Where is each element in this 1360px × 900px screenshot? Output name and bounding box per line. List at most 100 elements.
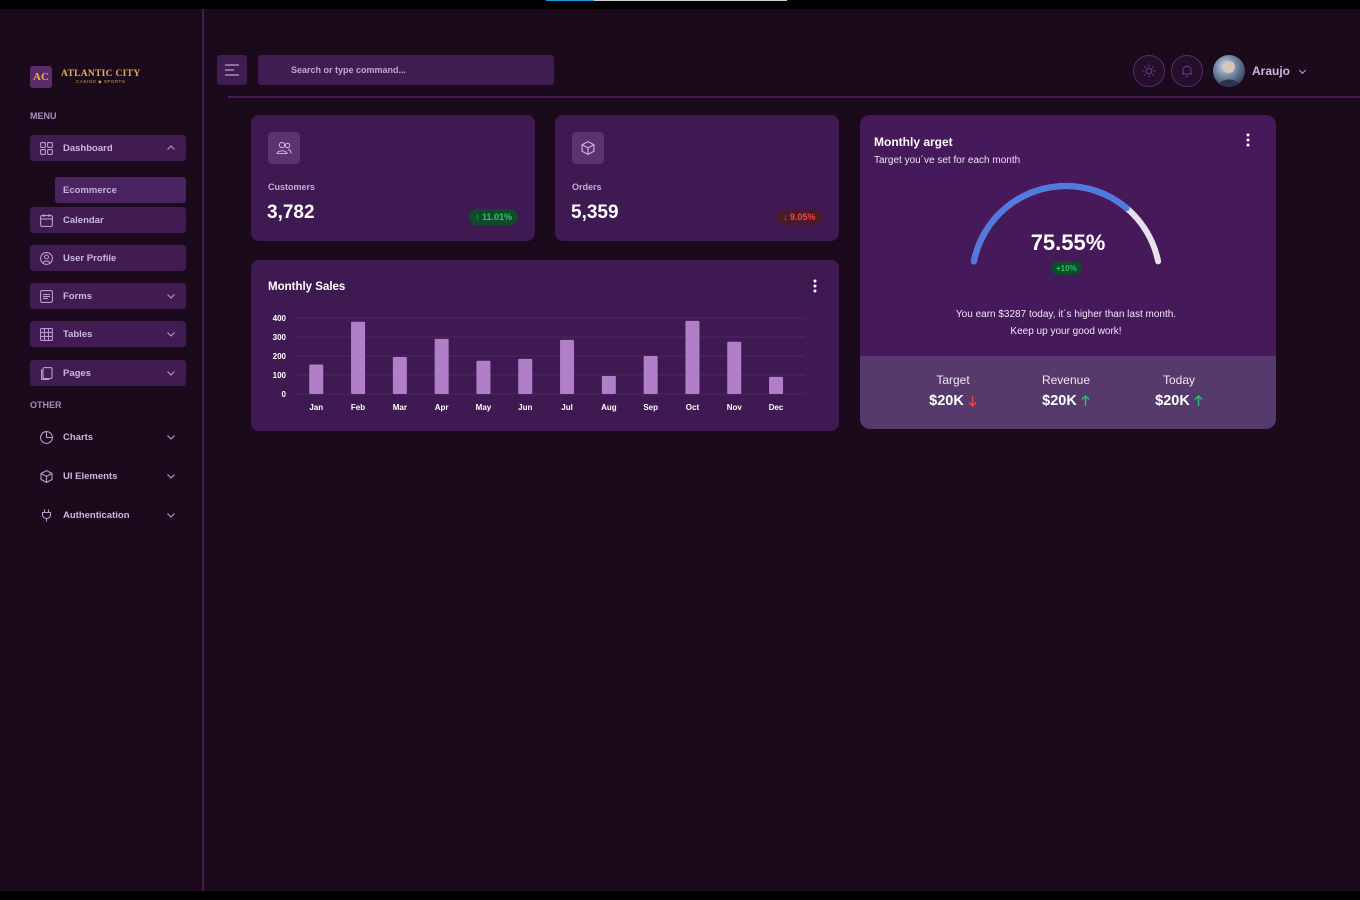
- logo-badge: AC: [30, 66, 52, 88]
- bar-jul[interactable]: [560, 339, 575, 394]
- stat-label: Orders: [572, 182, 602, 192]
- sidebar-item-tables[interactable]: Tables: [30, 321, 186, 347]
- sidebar-item-ecommerce[interactable]: Ecommerce: [55, 177, 186, 203]
- sidebar-item-label: Forms: [63, 290, 93, 302]
- earnings-message-line: You earn $3287 today, it´s higher than l…: [955, 309, 1177, 320]
- orders-card: Orders 5,359 ↓ 9.05%: [555, 115, 839, 241]
- user-avatar[interactable]: [1213, 55, 1245, 87]
- chevron-down-icon: [167, 435, 175, 440]
- sidebar-item-label: Pages: [63, 367, 91, 379]
- user-circle-icon: [40, 251, 53, 265]
- sidebar-item-ui-elements[interactable]: UI Elements: [30, 463, 186, 489]
- menu-section-label: MENU: [30, 111, 57, 121]
- box-icon: [572, 132, 604, 164]
- sidebar-item-dashboard[interactable]: Dashboard: [30, 135, 186, 161]
- arrow-down-icon: [968, 396, 977, 407]
- kpi-value: $20K: [1042, 393, 1077, 409]
- x-tick-label: Jun: [518, 403, 532, 412]
- y-tick-label: 200: [273, 352, 287, 361]
- chevron-down-icon: [167, 294, 175, 299]
- sidebar-item-user-profile[interactable]: User Profile: [30, 245, 186, 271]
- sidebar-item-calendar[interactable]: Calendar: [30, 207, 186, 233]
- bar-may[interactable]: [476, 360, 491, 394]
- y-tick-label: 100: [273, 371, 287, 380]
- bar-jan[interactable]: [309, 364, 324, 394]
- gauge-change-badge: +10%: [1051, 261, 1082, 275]
- other-section-label: OTHER: [30, 400, 62, 410]
- earnings-message-line: Keep up your good work!: [1010, 326, 1122, 337]
- x-tick-label: May: [476, 403, 492, 412]
- y-tick-label: 0: [282, 390, 287, 399]
- customers-card: Customers 3,782 ↑ 11.01%: [251, 115, 535, 241]
- bar-feb[interactable]: [351, 321, 366, 394]
- bar-oct[interactable]: [685, 320, 700, 394]
- sidebar-item-label: Charts: [63, 431, 94, 443]
- stat-value: 5,359: [571, 202, 619, 223]
- sidebar-item-label: User Profile: [63, 252, 117, 264]
- kpi-label: Today: [1162, 373, 1196, 387]
- x-tick-label: Sep: [643, 403, 658, 412]
- user-name[interactable]: Araujo: [1252, 64, 1290, 78]
- theme-toggle-button[interactable]: [1133, 55, 1165, 87]
- x-tick-label: Oct: [686, 403, 700, 412]
- trend-badge: ↑ 11.01%: [469, 209, 519, 225]
- bell-icon: [1182, 65, 1192, 78]
- header-divider: [228, 96, 1360, 98]
- menu-icon: [225, 64, 239, 76]
- brand-name: ATLANTIC CITY: [61, 68, 141, 79]
- bar-dec[interactable]: [769, 376, 784, 394]
- x-tick-label: Dec: [769, 403, 784, 412]
- arrow-up-icon: [1194, 395, 1203, 406]
- sidebar-item-label: Calendar: [63, 214, 104, 226]
- monthly-sales-card: Monthly Sales 400 300 200 100 0 Jan Feb Mar Apr M…: [251, 260, 839, 431]
- kpi-label: Revenue: [1041, 373, 1091, 387]
- gauge-percent: 75.55%: [1030, 230, 1106, 255]
- sidebar-item-label: Dashboard: [63, 142, 113, 154]
- sidebar: AC ATLANTIC CITY CASINO ◆ SPORTS MENU Da…: [0, 9, 204, 891]
- sidebar-toggle-button[interactable]: [217, 55, 247, 85]
- sidebar-item-authentication[interactable]: Authentication: [30, 502, 186, 528]
- notifications-button[interactable]: [1171, 55, 1203, 87]
- target-kpis: Target $20K Revenue $20K Today $20K: [860, 356, 1276, 429]
- x-tick-label: Apr: [435, 403, 449, 412]
- pages-icon: [40, 366, 53, 380]
- x-tick-label: Nov: [727, 403, 743, 412]
- brand-logo[interactable]: AC ATLANTIC CITY CASINO ◆ SPORTS: [30, 66, 140, 88]
- chevron-down-icon[interactable]: [1298, 67, 1307, 76]
- bar-jun[interactable]: [518, 358, 533, 394]
- x-tick-label: Aug: [601, 403, 617, 412]
- target-gauge: [970, 183, 1162, 265]
- bar-aug[interactable]: [601, 375, 616, 394]
- sidebar-item-label: Authentication: [63, 509, 130, 521]
- x-tick-label: Feb: [351, 403, 365, 412]
- chevron-down-icon: [167, 332, 175, 337]
- bar-sep[interactable]: [643, 356, 658, 394]
- stat-label: Customers: [268, 182, 316, 192]
- sidebar-item-charts[interactable]: Charts: [30, 424, 186, 450]
- x-tick-label: Jul: [561, 403, 573, 412]
- chevron-down-icon: [167, 513, 175, 518]
- bar-mar[interactable]: [392, 356, 407, 394]
- bar-nov[interactable]: [727, 341, 742, 394]
- bar-apr[interactable]: [434, 338, 449, 394]
- monthly-sales-chart: 400 300 200 100 0 Jan Feb Mar Apr May Jun Jul Aug Sep…: [273, 314, 805, 412]
- sidebar-item-pages[interactable]: Pages: [30, 360, 186, 386]
- stat-value: 3,782: [267, 202, 315, 223]
- sun-icon: [1142, 64, 1156, 78]
- earnings-message: You earn $3287 today, it´s higher than l…: [860, 306, 1272, 340]
- brand-tagline: CASINO ◆ SPORTS: [76, 79, 126, 84]
- kpi-value: $20K: [1155, 393, 1190, 409]
- calendar-icon: [40, 213, 53, 227]
- monthly-target-card: Monthly arget Target you´ve set for each…: [860, 115, 1276, 429]
- search-input[interactable]: Search or type command...: [258, 55, 554, 85]
- arrow-up-icon: [1081, 395, 1090, 406]
- sidebar-item-label: UI Elements: [63, 470, 118, 482]
- form-icon: [40, 289, 53, 303]
- x-tick-label: Mar: [393, 403, 407, 412]
- sidebar-item-label: Tables: [63, 328, 93, 340]
- grid-icon: [40, 141, 53, 155]
- x-tick-label: Jan: [309, 403, 323, 412]
- chevron-down-icon: [167, 474, 175, 479]
- sidebar-item-forms[interactable]: Forms: [30, 283, 186, 309]
- chevron-up-icon: [167, 145, 175, 150]
